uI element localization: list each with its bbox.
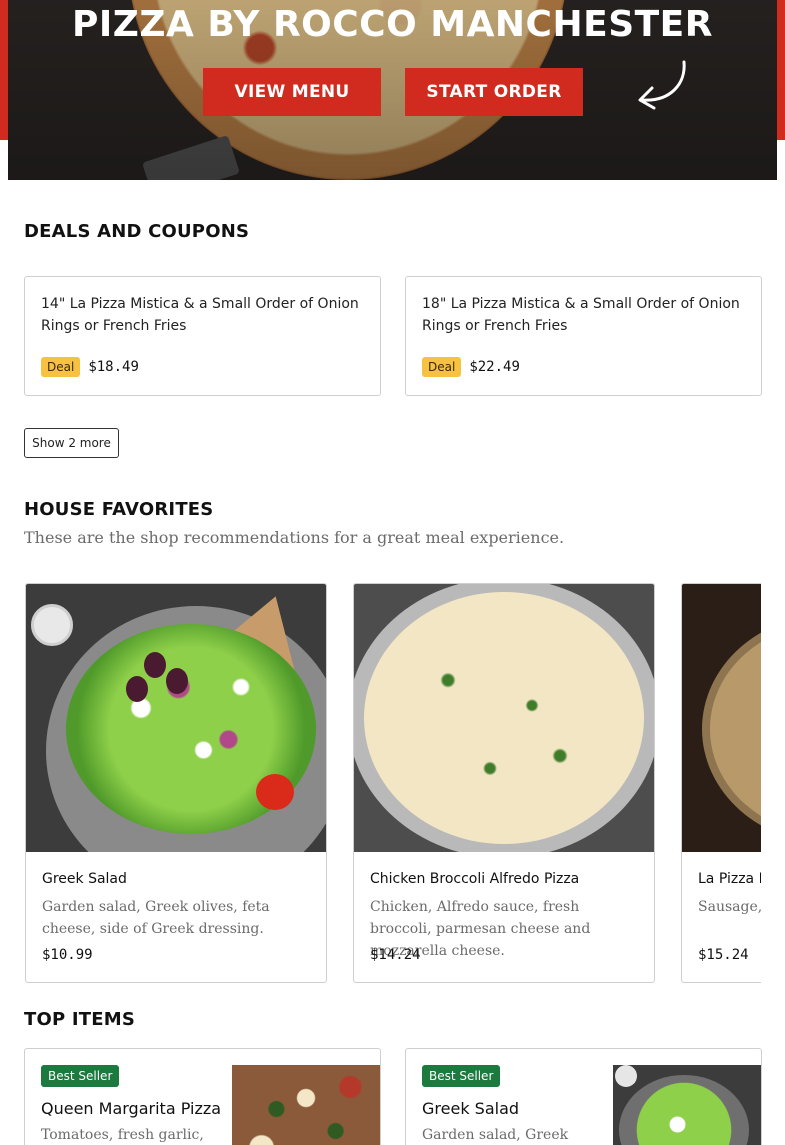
- start-order-button[interactable]: START ORDER: [405, 68, 583, 116]
- hero-accent-right: [777, 0, 785, 140]
- deal-price: $22.49: [469, 359, 520, 375]
- hero-banner: PIZZA BY ROCCO MANCHESTER VIEW MENU STAR…: [8, 0, 777, 180]
- top-item-name: Queen Margarita Pizza: [41, 1099, 222, 1118]
- view-menu-button[interactable]: VIEW MENU: [203, 68, 381, 116]
- chicken-broccoli-pizza-image: [354, 584, 654, 852]
- favorite-name: Greek Salad: [42, 871, 127, 887]
- greek-salad-image: [26, 584, 326, 852]
- favorite-name: La Pizza Mistica: [698, 871, 761, 887]
- top-item-description: Garden salad, Greek: [422, 1127, 569, 1143]
- favorite-description: Sausage, topped with: [698, 899, 761, 915]
- top-item-name: Greek Salad: [422, 1099, 520, 1118]
- favorite-price: $14.24: [370, 947, 421, 963]
- deals-heading: DEALS AND COUPONS: [24, 221, 250, 242]
- favorite-card[interactable]: Greek Salad Garden salad, Greek olives, …: [25, 583, 327, 983]
- deal-card[interactable]: 14" La Pizza Mistica & a Small Order of …: [24, 276, 381, 396]
- deal-price: $18.49: [88, 359, 139, 375]
- favorite-description: Garden salad, Greek olives, feta cheese,…: [42, 899, 270, 937]
- deal-title: 14" La Pizza Mistica & a Small Order of …: [41, 296, 359, 334]
- deal-badge: Deal: [41, 357, 81, 377]
- favorites-carousel[interactable]: Greek Salad Garden salad, Greek olives, …: [24, 583, 761, 983]
- favorite-card[interactable]: Chicken Broccoli Alfredo Pizza Chicken, …: [353, 583, 655, 983]
- deal-card[interactable]: 18" La Pizza Mistica & a Small Order of …: [405, 276, 762, 396]
- house-favorites-heading: HOUSE FAVORITES: [24, 499, 214, 520]
- queen-margarita-pizza-image: [232, 1065, 380, 1145]
- best-seller-badge: Best Seller: [422, 1065, 501, 1087]
- top-item-description: Tomatoes, fresh garlic,: [41, 1127, 204, 1143]
- best-seller-badge: Best Seller: [41, 1065, 120, 1087]
- curved-arrow-icon: [638, 60, 686, 110]
- top-items-heading: TOP ITEMS: [24, 1009, 135, 1030]
- favorite-price: $15.24: [698, 947, 749, 963]
- top-item-card[interactable]: Best Seller Greek Salad Garden salad, Gr…: [405, 1048, 762, 1145]
- house-favorites-subtitle: These are the shop recommendations for a…: [24, 528, 565, 547]
- page-title: PIZZA BY ROCCO MANCHESTER: [71, 4, 713, 45]
- greek-salad-thumbnail: [613, 1065, 761, 1145]
- favorite-name: Chicken Broccoli Alfredo Pizza: [370, 871, 580, 887]
- deal-badge: Deal: [422, 357, 462, 377]
- deal-title: 18" La Pizza Mistica & a Small Order of …: [422, 296, 740, 334]
- hero-accent-left: [0, 0, 8, 140]
- la-pizza-mistica-image: [682, 584, 761, 852]
- show-more-deals-button[interactable]: Show 2 more: [24, 428, 119, 458]
- favorite-price: $10.99: [42, 947, 93, 963]
- top-item-card[interactable]: Best Seller Queen Margarita Pizza Tomato…: [24, 1048, 381, 1145]
- favorite-card[interactable]: La Pizza Mistica Sausage, topped with $1…: [681, 583, 761, 983]
